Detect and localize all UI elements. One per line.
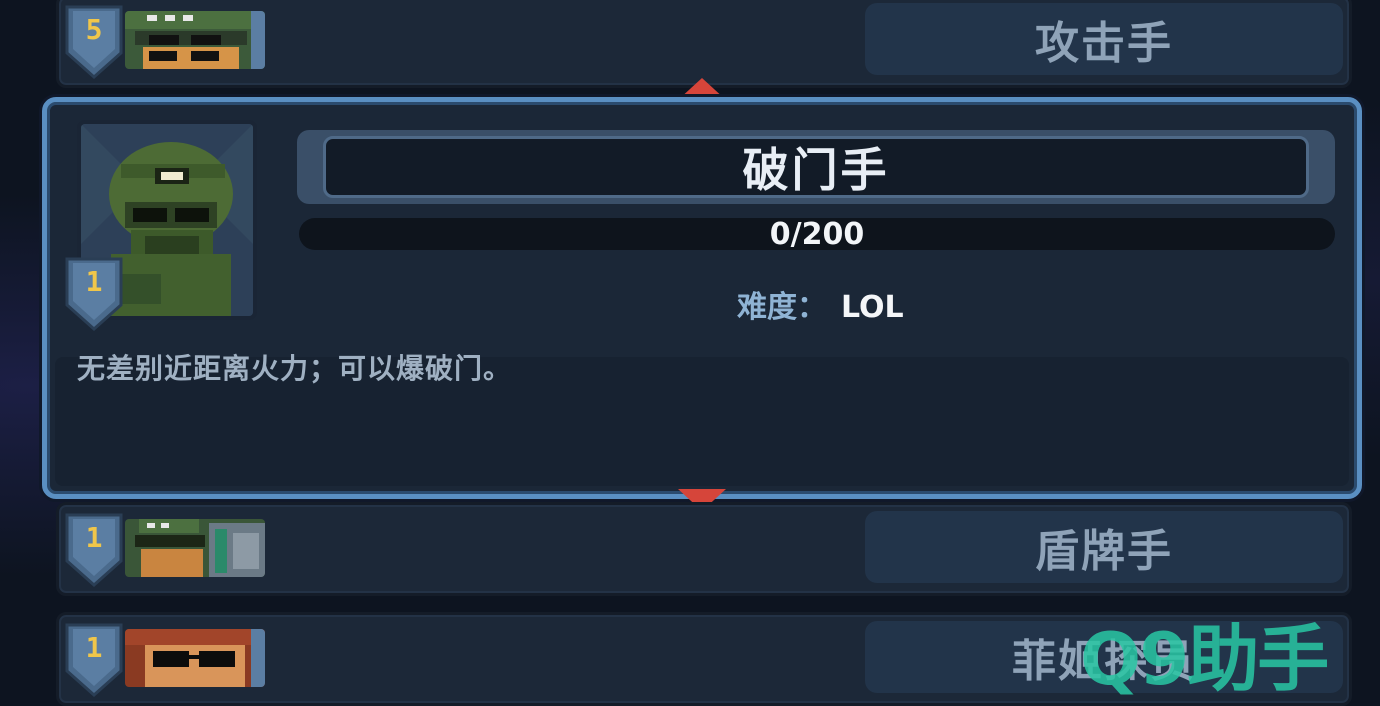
level-number: 1 (85, 265, 103, 298)
class-name: 盾牌手 (1035, 526, 1173, 577)
level-shield-icon: 1 (65, 513, 123, 587)
experience-progress-bar: 0/200 (299, 216, 1335, 252)
difficulty-label: 难度： (737, 290, 827, 325)
class-name-plate: 攻击手 (865, 3, 1343, 75)
class-name-plate: 盾牌手 (865, 511, 1343, 583)
level-shield-icon: 1 (65, 623, 123, 697)
watermark-logo: Q9助手 (1080, 617, 1329, 701)
class-title-bar: 破门手 (297, 130, 1335, 204)
progress-text: 0/200 (769, 216, 865, 252)
agent-portrait-thumbnail (125, 629, 265, 687)
level-shield-icon: 1 (65, 257, 123, 331)
class-row-shield[interactable]: 1 盾牌手 (56, 502, 1352, 596)
class-name: 攻击手 (1035, 18, 1173, 69)
class-description: 无差别近距离火力；可以爆破门。 (77, 352, 513, 385)
level-shield-icon: 5 (65, 5, 123, 79)
level-number: 1 (85, 521, 103, 554)
class-row-assault[interactable]: 5 攻击手 (56, 0, 1352, 88)
assault-portrait-thumbnail (125, 11, 265, 69)
selected-class-card[interactable]: 1 破门手 0/200 难度： LOL 无差别近距离火力；可以爆破门。 (42, 97, 1362, 499)
level-number: 5 (85, 13, 103, 46)
shield-portrait-thumbnail (125, 519, 265, 577)
difficulty-row: 难度： LOL (737, 282, 904, 326)
level-number: 1 (85, 631, 103, 664)
class-title-frame: 破门手 (323, 136, 1309, 198)
difficulty-value: LOL (841, 290, 904, 325)
class-title: 破门手 (742, 143, 890, 197)
